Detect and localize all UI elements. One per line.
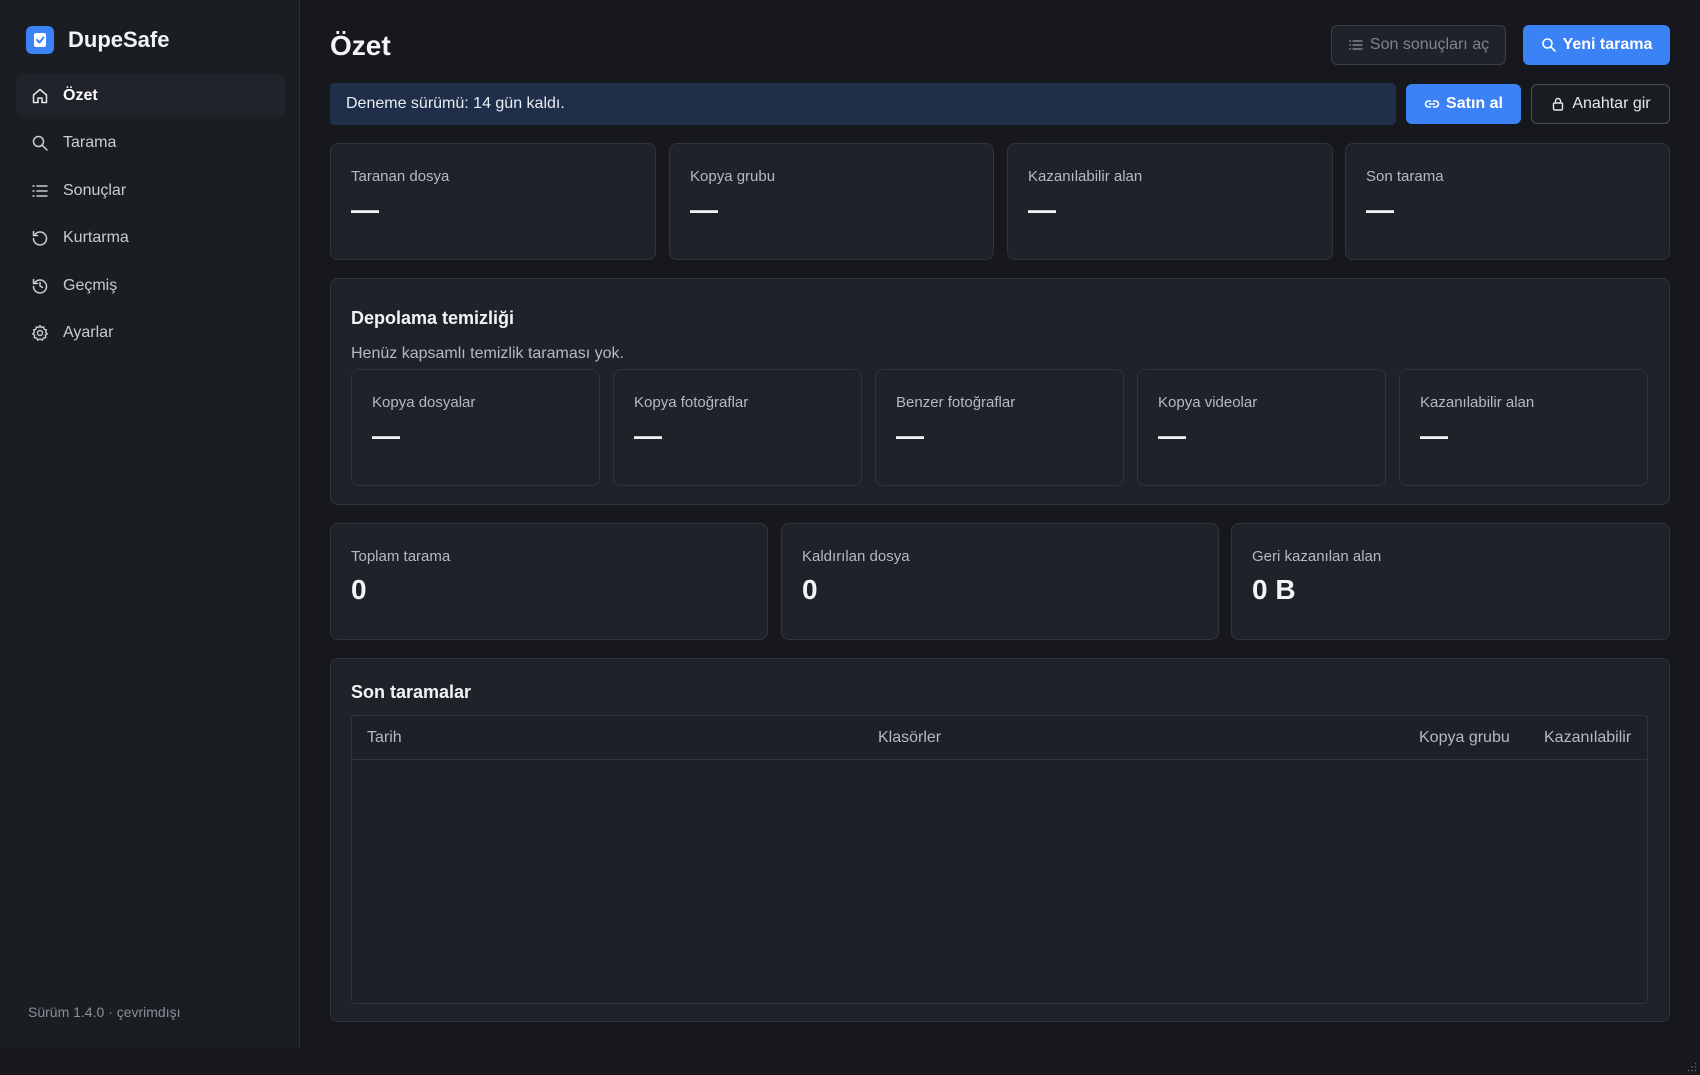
restore-icon xyxy=(32,231,48,246)
sidebar-item-kurtarma[interactable]: Kurtarma xyxy=(16,217,285,260)
stat-label: Kaldırılan dosya xyxy=(802,548,910,565)
total-card-total-scans: Toplam tarama 0 xyxy=(330,523,768,640)
stat-value: — xyxy=(690,194,718,225)
cleanup-card-reclaimable-space: Kazanılabilir alan — xyxy=(1399,369,1648,486)
app-logo-icon xyxy=(26,26,54,54)
stat-value: 0 B xyxy=(1252,574,1296,605)
stat-value: — xyxy=(896,420,924,451)
sidebar: DupeSafe Özet Tarama Sonuçlar Kurtarma G… xyxy=(0,0,300,1048)
storage-cleanup-section: Depolama temizliği Henüz kapsamlı temizl… xyxy=(330,278,1670,505)
sidebar-item-label: Tarama xyxy=(63,134,117,152)
sidebar-item-ayarlar[interactable]: Ayarlar xyxy=(16,312,285,355)
link-icon xyxy=(1424,100,1440,108)
stat-value: — xyxy=(634,420,662,451)
sidebar-item-sonuclar[interactable]: Sonuçlar xyxy=(16,169,285,212)
stat-label: Kazanılabilir alan xyxy=(1420,394,1535,411)
cleanup-card-duplicate-files: Kopya dosyalar — xyxy=(351,369,600,486)
stat-card-duplicate-groups: Kopya grubu — xyxy=(669,143,994,260)
recent-scans-table: Tarih Klasörler Kopya grubu Kazanılabili… xyxy=(351,715,1648,1004)
version-status: Sürüm 1.4.0 · çevrimdışı xyxy=(28,1004,181,1020)
stat-label: Kopya fotoğraflar xyxy=(634,394,749,411)
search-icon xyxy=(1541,38,1556,52)
stat-card-reclaimable-space: Kazanılabilir alan — xyxy=(1007,143,1333,260)
sidebar-item-ozet[interactable]: Özet xyxy=(16,74,285,117)
search-icon xyxy=(32,135,48,151)
column-header-date[interactable]: Tarih xyxy=(367,729,402,747)
open-recent-results-button[interactable]: Son sonuçları aç xyxy=(1331,25,1506,65)
section-title: Depolama temizliği xyxy=(351,308,515,328)
stat-label: Son tarama xyxy=(1366,168,1444,185)
stat-value: — xyxy=(351,194,379,225)
enter-key-button[interactable]: Anahtar gir xyxy=(1531,84,1670,124)
brand: DupeSafe xyxy=(26,26,169,54)
section-title: Son taramalar xyxy=(351,682,472,702)
column-header-duplicate-groups[interactable]: Kopya grubu xyxy=(1419,729,1510,747)
buy-button[interactable]: Satın al xyxy=(1406,84,1521,124)
sidebar-item-label: Geçmiş xyxy=(63,276,118,294)
stat-label: Kazanılabilir alan xyxy=(1028,168,1143,185)
sidebar-item-label: Sonuçlar xyxy=(63,181,127,199)
page-title: Özet xyxy=(330,30,391,61)
stat-value: 0 xyxy=(351,574,367,605)
list-icon xyxy=(1349,40,1363,50)
sidebar-item-label: Ayarlar xyxy=(63,324,114,342)
sidebar-nav: Özet Tarama Sonuçlar Kurtarma Geçmiş Aya… xyxy=(16,74,285,360)
cleanup-card-similar-photos: Benzer fotoğraflar — xyxy=(875,369,1124,486)
buy-label: Satın al xyxy=(1446,95,1503,112)
cleanup-card-duplicate-photos: Kopya fotoğraflar — xyxy=(613,369,862,486)
sidebar-item-tarama[interactable]: Tarama xyxy=(16,122,285,165)
sidebar-item-gecmis[interactable]: Geçmiş xyxy=(16,264,285,307)
stat-label: Kopya grubu xyxy=(690,168,776,185)
resize-grip-icon[interactable] xyxy=(1687,1062,1697,1072)
trial-message: Deneme sürümü: 14 gün kaldı. xyxy=(346,95,565,112)
list-icon xyxy=(32,184,48,197)
stat-label: Kopya dosyalar xyxy=(372,394,476,411)
stat-card-scanned-files: Taranan dosya — xyxy=(330,143,656,260)
stat-value: 0 xyxy=(802,574,818,605)
stat-value: — xyxy=(1028,194,1056,225)
home-icon xyxy=(32,88,48,103)
stat-label: Geri kazanılan alan xyxy=(1252,548,1382,565)
stat-label: Benzer fotoğraflar xyxy=(896,394,1016,411)
lock-icon xyxy=(1553,97,1564,111)
section-subtitle: Henüz kapsamlı temizlik taraması yok. xyxy=(351,345,624,362)
column-header-reclaimable[interactable]: Kazanılabilir xyxy=(1544,729,1631,747)
sidebar-item-label: Kurtarma xyxy=(63,229,129,247)
total-card-removed-files: Kaldırılan dosya 0 xyxy=(781,523,1219,640)
history-icon xyxy=(32,278,48,294)
stat-label: Kopya videolar xyxy=(1158,394,1258,411)
cleanup-card-duplicate-videos: Kopya videolar — xyxy=(1137,369,1386,486)
stat-label: Toplam tarama xyxy=(351,548,451,565)
stat-value: — xyxy=(372,420,400,451)
stat-value: — xyxy=(1420,420,1448,451)
new-scan-button[interactable]: Yeni tarama xyxy=(1523,25,1670,65)
app-name: DupeSafe xyxy=(68,27,170,52)
total-card-reclaimed-space: Geri kazanılan alan 0 B xyxy=(1231,523,1670,640)
enter-key-label: Anahtar gir xyxy=(1572,95,1651,112)
sidebar-item-label: Özet xyxy=(63,86,98,104)
table-header: Tarih Klasörler Kopya grubu Kazanılabili… xyxy=(352,716,1647,760)
stat-value: — xyxy=(1158,420,1186,451)
column-header-folders[interactable]: Klasörler xyxy=(878,729,941,747)
stat-value: — xyxy=(1366,194,1394,225)
new-scan-label: Yeni tarama xyxy=(1562,36,1653,53)
stat-card-last-scan: Son tarama — xyxy=(1345,143,1670,260)
gear-icon xyxy=(32,325,48,342)
trial-banner: Deneme sürümü: 14 gün kaldı. xyxy=(330,83,1396,125)
recent-scans-section: Son taramalar Tarih Klasörler Kopya grub… xyxy=(330,658,1670,1022)
stat-label: Taranan dosya xyxy=(351,168,450,185)
open-recent-results-label: Son sonuçları aç xyxy=(1369,36,1490,53)
